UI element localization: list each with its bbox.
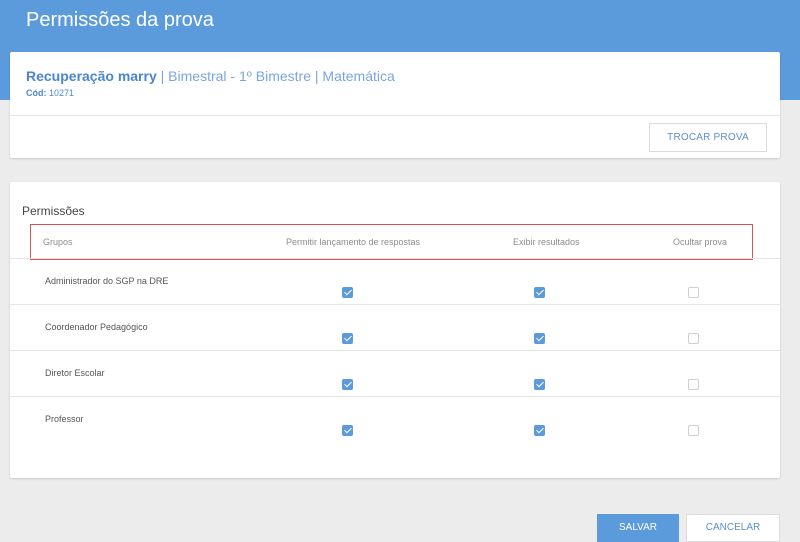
exam-summary: Recuperação marry | Bimestral - 1º Bimes… bbox=[26, 68, 395, 84]
show-results-checkbox[interactable] bbox=[534, 333, 545, 344]
column-header-show-results: Exibir resultados bbox=[513, 237, 580, 247]
card-divider bbox=[10, 115, 780, 116]
permissions-title: Permissões bbox=[22, 204, 85, 218]
exam-period: Bimestral - 1º Bimestre bbox=[168, 68, 311, 84]
cancel-button[interactable]: CANCELAR bbox=[686, 514, 780, 542]
show-results-checkbox[interactable] bbox=[534, 425, 545, 436]
group-name: Professor bbox=[45, 414, 84, 424]
page-title: Permissões da prova bbox=[26, 9, 214, 31]
table-row: Diretor Escolar bbox=[10, 350, 780, 396]
table-row: Administrador do SGP na DRE bbox=[10, 258, 780, 304]
table-row: Coordenador Pedagógico bbox=[10, 304, 780, 350]
hide-exam-checkbox[interactable] bbox=[688, 425, 699, 436]
exam-name: Recuperação marry bbox=[26, 68, 157, 84]
allow-answers-checkbox[interactable] bbox=[342, 287, 353, 298]
exam-card: Recuperação marry | Bimestral - 1º Bimes… bbox=[10, 52, 780, 158]
row-divider bbox=[10, 258, 780, 259]
row-divider bbox=[10, 350, 780, 351]
group-name: Administrador do SGP na DRE bbox=[45, 276, 169, 286]
allow-answers-checkbox[interactable] bbox=[342, 333, 353, 344]
show-results-checkbox[interactable] bbox=[534, 379, 545, 390]
show-results-checkbox[interactable] bbox=[534, 287, 545, 298]
exam-separator: | bbox=[310, 68, 323, 84]
hide-exam-checkbox[interactable] bbox=[688, 287, 699, 298]
exam-code-label: Cód: bbox=[26, 88, 47, 98]
allow-answers-checkbox[interactable] bbox=[342, 425, 353, 436]
exam-code-value: 10271 bbox=[46, 88, 75, 98]
column-header-allow-answers: Permitir lançamento de respostas bbox=[286, 237, 421, 247]
hide-exam-checkbox[interactable] bbox=[688, 379, 699, 390]
save-button[interactable]: SALVAR bbox=[597, 514, 679, 542]
exam-code: Cód: 10271 bbox=[26, 88, 74, 98]
group-name: Diretor Escolar bbox=[45, 368, 105, 378]
exam-subject: Matemática bbox=[322, 68, 395, 84]
hide-exam-checkbox[interactable] bbox=[688, 333, 699, 344]
allow-answers-checkbox[interactable] bbox=[342, 379, 353, 390]
group-name: Coordenador Pedagógico bbox=[45, 322, 148, 332]
column-header-groups: Grupos bbox=[43, 237, 73, 247]
table-row: Professor bbox=[10, 396, 780, 442]
exam-separator: | bbox=[156, 68, 169, 84]
permissions-card: Permissões Grupos Permitir lançamento de… bbox=[10, 182, 780, 478]
change-exam-button[interactable]: TROCAR PROVA bbox=[649, 123, 767, 152]
row-divider bbox=[10, 304, 780, 305]
row-divider bbox=[10, 396, 780, 397]
column-header-hide-exam: Ocultar prova bbox=[673, 237, 728, 247]
